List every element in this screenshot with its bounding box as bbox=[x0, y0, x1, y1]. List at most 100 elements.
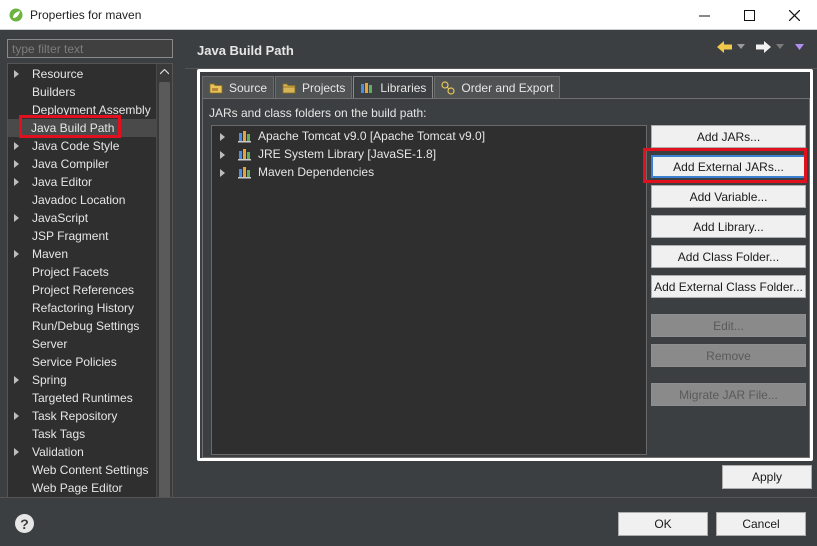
tree-item[interactable]: Run/Debug Settings bbox=[8, 317, 158, 335]
page-title: Java Build Path bbox=[197, 43, 294, 58]
expand-arrow-icon[interactable] bbox=[14, 178, 19, 186]
tree-item[interactable]: Java Editor bbox=[8, 173, 158, 191]
close-button[interactable] bbox=[771, 0, 817, 30]
libraries-icon bbox=[361, 82, 373, 93]
minimize-button[interactable] bbox=[681, 0, 727, 30]
tree-item[interactable]: Targeted Runtimes bbox=[8, 389, 158, 407]
tree-item[interactable]: Refactoring History bbox=[8, 299, 158, 317]
build-path-frame: Source Projects Libraries Order and Expo… bbox=[197, 69, 813, 461]
forward-button[interactable] bbox=[756, 41, 786, 53]
tree-item-label: Builders bbox=[32, 85, 76, 99]
expand-arrow-icon[interactable] bbox=[220, 151, 225, 159]
tree-item-label: Task Repository bbox=[32, 409, 118, 423]
build-path-list[interactable]: Apache Tomcat v9.0 [Apache Tomcat v9.0] J… bbox=[211, 125, 647, 455]
migrate-jar-button[interactable]: Migrate JAR File... bbox=[651, 383, 806, 406]
library-entry-label: Apache Tomcat v9.0 [Apache Tomcat v9.0] bbox=[258, 129, 486, 143]
tab-libraries[interactable]: Libraries bbox=[353, 76, 434, 98]
tree-item[interactable]: Service Policies bbox=[8, 353, 158, 371]
tree-item[interactable]: Task Repository bbox=[8, 407, 158, 425]
help-icon[interactable]: ? bbox=[15, 514, 34, 533]
expand-arrow-icon[interactable] bbox=[14, 250, 19, 258]
expand-arrow-icon[interactable] bbox=[14, 412, 19, 420]
expand-arrow-icon[interactable] bbox=[220, 133, 225, 141]
expand-arrow-icon[interactable] bbox=[14, 142, 19, 150]
add-class-folder-button[interactable]: Add Class Folder... bbox=[651, 245, 806, 268]
cancel-button[interactable]: Cancel bbox=[716, 512, 806, 536]
library-entry[interactable]: JRE System Library [JavaSE-1.8] bbox=[212, 145, 642, 163]
order-export-icon bbox=[441, 80, 456, 95]
edit-button[interactable]: Edit... bbox=[651, 314, 806, 337]
left-panel: Resource Builders Deployment Assembly Java … bbox=[0, 31, 180, 527]
tab-label: Source bbox=[229, 80, 268, 95]
scroll-up-icon[interactable] bbox=[157, 64, 172, 80]
filter-input[interactable] bbox=[7, 39, 173, 58]
remove-button[interactable]: Remove bbox=[651, 344, 806, 367]
view-menu-icon bbox=[795, 44, 804, 50]
tree-item[interactable]: Web Content Settings bbox=[8, 461, 158, 479]
add-external-class-folder-button[interactable]: Add External Class Folder... bbox=[651, 275, 806, 298]
tree-item[interactable]: Validation bbox=[8, 443, 158, 461]
tree-item-label: Java Editor bbox=[32, 175, 93, 189]
tree-item[interactable]: Java Build Path bbox=[8, 119, 158, 137]
library-entry[interactable]: Apache Tomcat v9.0 [Apache Tomcat v9.0] bbox=[212, 127, 642, 145]
tab-label: Projects bbox=[302, 80, 346, 95]
tree-item[interactable]: Project Facets bbox=[8, 263, 158, 281]
tree-item[interactable]: JSP Fragment bbox=[8, 227, 158, 245]
tab-label: Libraries bbox=[380, 80, 427, 95]
tree-item[interactable]: Resource bbox=[8, 65, 158, 83]
tree-scrollbar[interactable] bbox=[156, 64, 172, 526]
library-icon bbox=[238, 167, 251, 179]
tree-item[interactable]: Project References bbox=[8, 281, 158, 299]
tree-item-label: Project References bbox=[32, 283, 135, 297]
tab-source[interactable]: Source bbox=[202, 76, 275, 98]
tree-item-label: Targeted Runtimes bbox=[32, 391, 133, 405]
tree-item-label: Task Tags bbox=[32, 427, 86, 441]
back-button[interactable] bbox=[717, 41, 747, 53]
forward-arrow-icon bbox=[756, 41, 771, 53]
tree-item[interactable]: Java Compiler bbox=[8, 155, 158, 173]
tree-item[interactable]: Java Code Style bbox=[8, 137, 158, 155]
tree-item-label: Project Facets bbox=[32, 265, 109, 279]
tree-item[interactable]: Server bbox=[8, 335, 158, 353]
scrollbar-thumb[interactable] bbox=[159, 82, 170, 506]
library-entry-label: Maven Dependencies bbox=[258, 165, 375, 179]
expand-arrow-icon[interactable] bbox=[14, 376, 19, 384]
source-folder-icon bbox=[209, 83, 223, 93]
tree-item-label: Javadoc Location bbox=[32, 193, 126, 207]
tree-item-label: Maven bbox=[32, 247, 69, 261]
tree-item[interactable]: Spring bbox=[8, 371, 158, 389]
add-variable-button[interactable]: Add Variable... bbox=[651, 185, 806, 208]
expand-arrow-icon[interactable] bbox=[14, 214, 19, 222]
library-icon bbox=[238, 131, 251, 143]
tree-item[interactable]: Deployment Assembly bbox=[8, 101, 158, 119]
chevron-down-icon bbox=[737, 44, 745, 49]
add-external-jars-button[interactable]: Add External JARs... bbox=[651, 155, 806, 178]
tree-item-label: Java Build Path bbox=[31, 121, 115, 135]
tree-item-label: Server bbox=[32, 337, 68, 351]
title-bar: Properties for maven bbox=[0, 0, 817, 30]
library-entry[interactable]: Maven Dependencies bbox=[212, 163, 642, 181]
add-jars-button[interactable]: Add JARs... bbox=[651, 125, 806, 148]
tree-item[interactable]: Task Tags bbox=[8, 425, 158, 443]
tree-item-label: Refactoring History bbox=[32, 301, 135, 315]
section-label: JARs and class folders on the build path… bbox=[209, 106, 427, 120]
expand-arrow-icon[interactable] bbox=[220, 169, 225, 177]
tab-projects[interactable]: Projects bbox=[275, 76, 353, 98]
tree-item[interactable]: Maven bbox=[8, 245, 158, 263]
tree-item-label: Java Code Style bbox=[32, 139, 120, 153]
tab-order-export[interactable]: Order and Export bbox=[434, 76, 561, 98]
tree-item-label: Run/Debug Settings bbox=[32, 319, 140, 333]
apply-button[interactable]: Apply bbox=[722, 465, 812, 489]
tree-item[interactable]: Web Page Editor bbox=[8, 479, 158, 497]
ok-button[interactable]: OK bbox=[618, 512, 708, 536]
tree-item-label: JSP Fragment bbox=[32, 229, 109, 243]
tree-item[interactable]: JavaScript bbox=[8, 209, 158, 227]
expand-arrow-icon[interactable] bbox=[14, 160, 19, 168]
tree-item[interactable]: Builders bbox=[8, 83, 158, 101]
expand-arrow-icon[interactable] bbox=[14, 448, 19, 456]
view-menu-button[interactable] bbox=[795, 44, 805, 51]
tree-item[interactable]: Javadoc Location bbox=[8, 191, 158, 209]
expand-arrow-icon[interactable] bbox=[14, 70, 19, 78]
maximize-button[interactable] bbox=[726, 0, 772, 30]
add-library-button[interactable]: Add Library... bbox=[651, 215, 806, 238]
